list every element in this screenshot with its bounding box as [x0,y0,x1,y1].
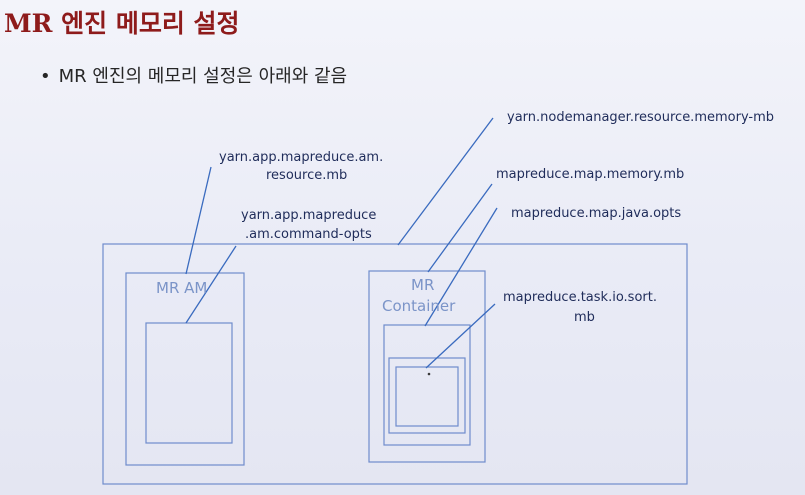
label-am-resource-line2: resource.mb [266,168,347,183]
leader-map-memory [427,183,493,273]
label-map-java-opts: mapreduce.map.java.opts [511,206,681,221]
map-memory-box [383,324,471,446]
memory-diagram: yarn.nodemanager.resource.memory-mb yarn… [102,110,774,485]
label-sort-mb-line1: mapreduce.task.io.sort. [503,290,657,305]
label-am-resource-line1: yarn.app.mapreduce.am. [219,150,383,165]
sort-buffer-dot [427,372,431,376]
mr-container-label-line1: MR [411,276,434,294]
am-jvm-box [145,322,233,444]
label-am-opts-line1: yarn.app.mapreduce [241,208,376,223]
mr-container-label-line2: Container [382,297,456,315]
map-java-box [388,357,466,434]
label-nodemanager: yarn.nodemanager.resource.memory-mb [507,110,774,125]
sort-buffer-box [395,366,459,427]
label-map-memory: mapreduce.map.memory.mb [496,167,684,182]
leader-nodemanager [397,117,494,246]
label-sort-mb-line2: mb [574,310,595,325]
mr-am-label: MR AM [156,279,207,297]
mr-am-box [125,272,245,466]
leader-am-resource [185,166,212,275]
label-am-opts-line2: .am.command-opts [245,227,372,242]
